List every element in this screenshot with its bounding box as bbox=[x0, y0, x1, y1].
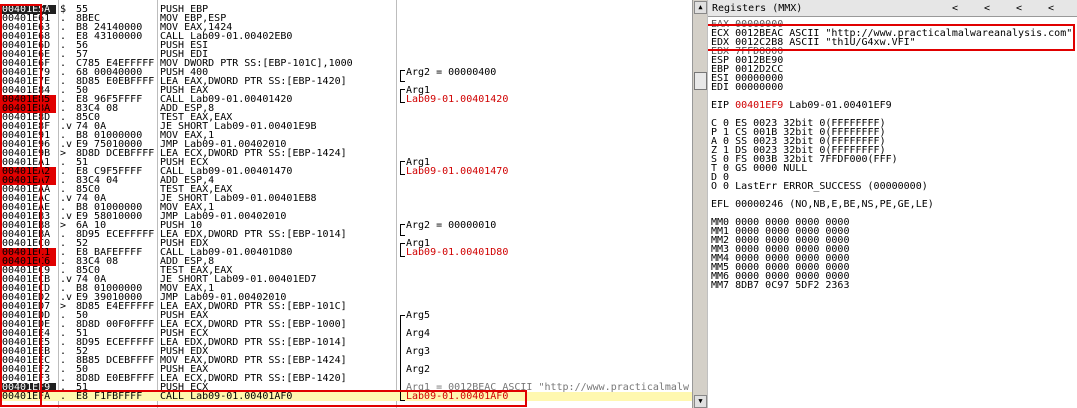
table-row[interactable]: 00401E68. E8 43100000 CALL Lab09-01.00402E… bbox=[0, 32, 692, 42]
row-comment: Arg5 bbox=[406, 310, 431, 321]
row-comment: Lab09-01.00401420 bbox=[406, 94, 509, 105]
table-row[interactable]: 00401E6D. 56 PUSH ESI bbox=[0, 41, 692, 51]
nav-left-icon[interactable]: < bbox=[952, 3, 958, 14]
breakpoint-column-highlight bbox=[0, 4, 42, 407]
table-row[interactable]: 00401EBA. 8D95 ECEFFFFF LEA EDX,DWORD PTR … bbox=[0, 230, 692, 240]
table-row[interactable]: 00401E9B >8D8D DCEBFFFF LEA ECX,DWORD PTR … bbox=[0, 149, 692, 159]
nav-left-icon[interactable]: < bbox=[1016, 3, 1022, 14]
nav-left-icon[interactable]: < bbox=[1048, 3, 1054, 14]
arg-bracket bbox=[400, 224, 405, 236]
register-line: O 0 LastErr ERROR_SUCCESS (00000000) bbox=[711, 181, 928, 192]
register-line: EFL 00000246 (NO,NB,E,BE,NS,PE,GE,LE) bbox=[711, 199, 934, 210]
register-line: EDI 00000000 bbox=[711, 82, 784, 93]
registers-title: Registers (MMX) bbox=[712, 3, 803, 14]
table-row[interactable]: 00401ED7 >8D85 E4EFFFFF LEA EAX,DWORD PTR … bbox=[0, 302, 692, 312]
call-row-highlight bbox=[0, 390, 527, 407]
row-comment: Lab09-01.00401D80 bbox=[406, 247, 509, 258]
row-comment: Arg2 bbox=[406, 364, 431, 375]
table-row[interactable]: 00401E8A. 83C4 08 ADD ESP,8 bbox=[0, 104, 692, 114]
scroll-thumb[interactable] bbox=[694, 72, 707, 90]
arg-bracket bbox=[400, 161, 405, 175]
arg-bracket bbox=[400, 89, 405, 103]
table-row[interactable]: 00401EE5. 8D95 ECEFFFFF LEA EDX,DWORD PTR … bbox=[0, 338, 692, 348]
table-row[interactable]: 00401E5A $55 PUSH EBP bbox=[0, 5, 692, 15]
table-row[interactable]: 00401EC6. 83C4 08 ADD ESP,8 bbox=[0, 257, 692, 267]
ecx-edx-highlight bbox=[708, 24, 1075, 51]
arg-bracket bbox=[400, 243, 405, 257]
table-row[interactable]: 00401EA7. 83C4 04 ADD ESP,4 bbox=[0, 176, 692, 186]
vertical-scrollbar[interactable]: ▲ ▼ bbox=[692, 0, 707, 408]
row-comment: Lab09-01.00401470 bbox=[406, 166, 509, 177]
arg-bracket bbox=[400, 315, 405, 401]
row-comment: Arg3 bbox=[406, 346, 431, 357]
row-comment: Arg4 bbox=[406, 328, 431, 339]
table-row[interactable]: 00401E7E. 8D85 E0EBFFFF LEA EAX,DWORD PTR … bbox=[0, 77, 692, 87]
registers-pane[interactable]: Registers (MMX) < < < < EAX 00000000 ECX … bbox=[708, 0, 1077, 408]
table-row[interactable]: 00401EEC. 8B85 DCEBFFFF MOV EAX,DWORD PTR … bbox=[0, 356, 692, 366]
table-row[interactable]: 00401EDE. 8D8D 00F0FFFF LEA ECX,DWORD PTR … bbox=[0, 320, 692, 330]
cpu-disassembly-pane[interactable]: 00401E5A $55 PUSH EBP 00401E61. 8BEC MOV EBP,… bbox=[0, 0, 692, 408]
arg-bracket bbox=[400, 70, 405, 82]
scroll-up-icon[interactable]: ▲ bbox=[694, 1, 707, 14]
nav-left-icon[interactable]: < bbox=[984, 3, 990, 14]
register-line: MM7 8DB7 0C97 5DF2 2363 bbox=[711, 280, 850, 291]
register-line: EIP 00401EF9 Lab09-01.00401EF9 bbox=[711, 100, 892, 111]
registers-header: Registers (MMX) < < < < bbox=[708, 0, 1077, 17]
row-comment: Arg2 = 00000010 bbox=[406, 220, 497, 231]
row-comment: Arg2 = 00000400 bbox=[406, 67, 497, 78]
scroll-down-icon[interactable]: ▼ bbox=[694, 395, 707, 408]
